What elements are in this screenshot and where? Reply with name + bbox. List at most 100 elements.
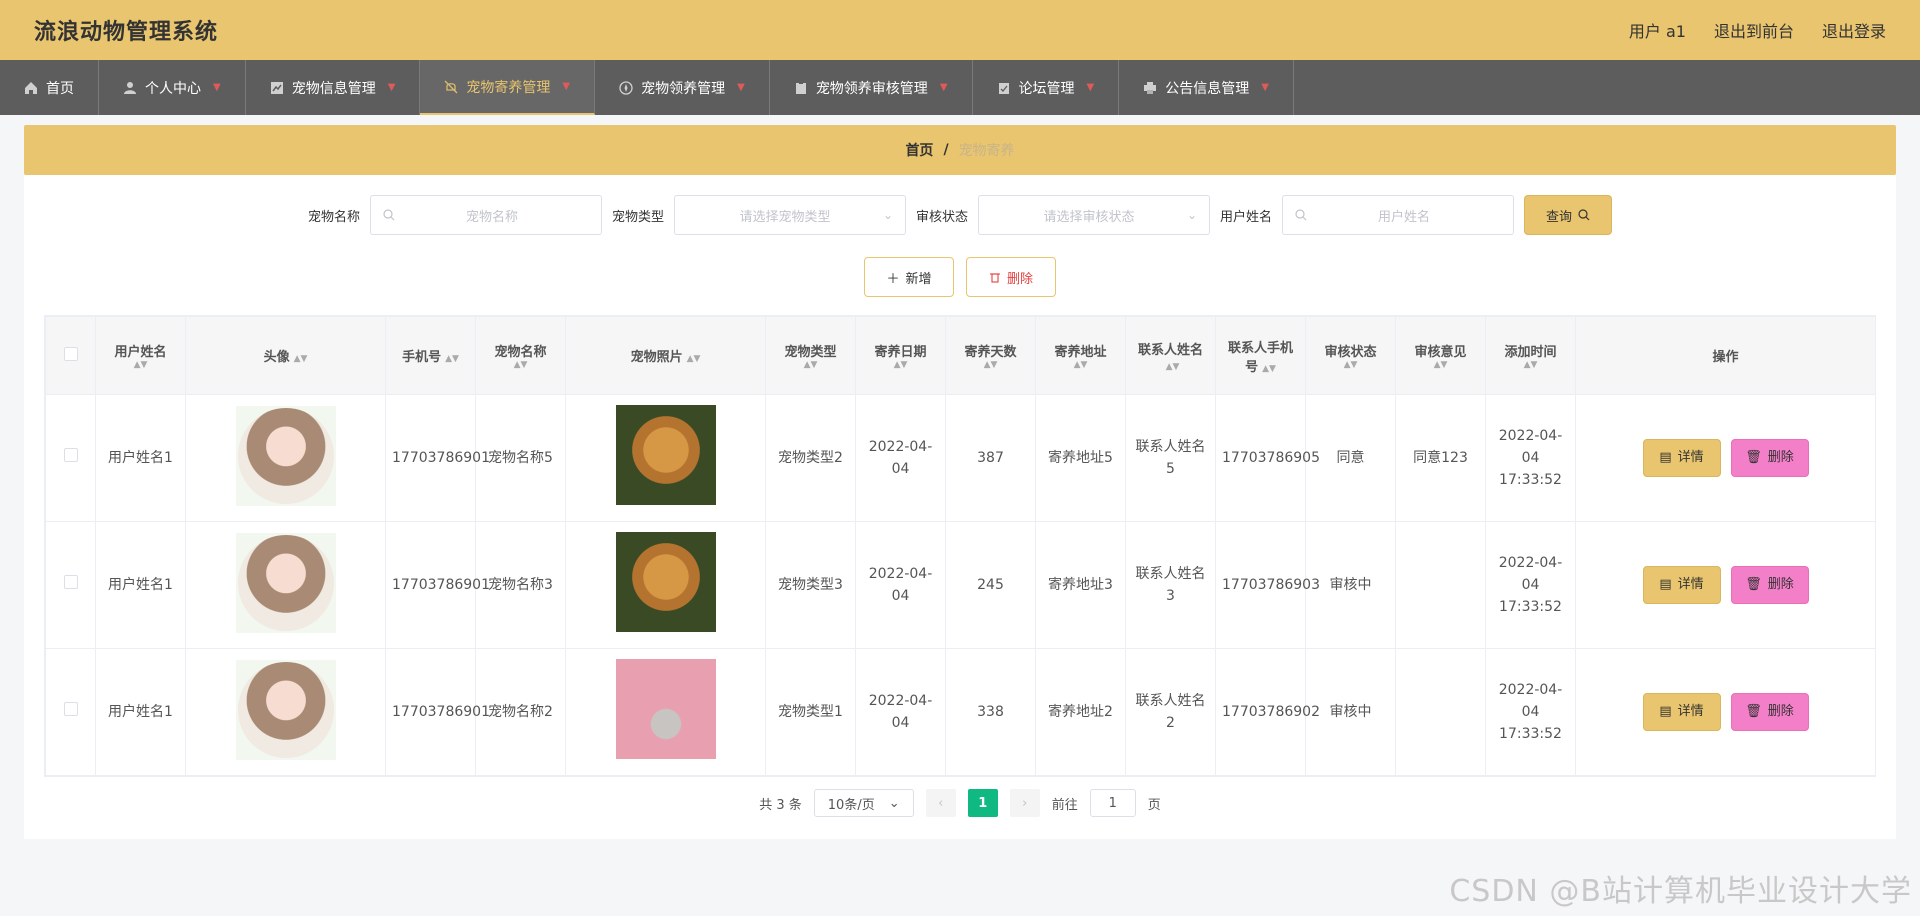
chevron-right-icon: › xyxy=(1022,795,1028,811)
next-page-button[interactable]: › xyxy=(1009,789,1040,817)
foster-date-cell: 2022-04-04 xyxy=(855,648,946,776)
pet-name-input[interactable]: 宠物名称 xyxy=(369,195,602,235)
col-username[interactable]: 用户姓名 ▲▼ xyxy=(95,316,186,395)
nav-label-pet-info: 宠物信息管理 xyxy=(291,80,376,97)
sort-icon: ▲▼ xyxy=(1073,360,1088,370)
col-foster-days[interactable]: 寄养天数 ▲▼ xyxy=(945,316,1036,395)
pet-name-cell: 宠物名称3 xyxy=(475,521,566,649)
trash-icon xyxy=(989,273,1000,283)
username-placeholder: 用户姓名 xyxy=(1378,209,1431,225)
clipboard-icon xyxy=(795,81,806,94)
page-size-select[interactable]: 10条/页 ⌄ xyxy=(813,789,914,817)
col-operation: 操作 xyxy=(1575,316,1876,395)
row-checkbox[interactable] xyxy=(63,448,78,462)
col-added-time[interactable]: 添加时间 ▲▼ xyxy=(1485,316,1576,395)
query-button[interactable]: 查询 xyxy=(1524,195,1613,235)
nav-item-home[interactable]: 首页 xyxy=(0,60,99,115)
avatar xyxy=(235,659,336,760)
home-icon xyxy=(25,81,37,94)
nav-item-forum[interactable]: 论坛管理 ▼ xyxy=(973,60,1120,115)
row-delete-label: 删除 xyxy=(1767,450,1794,465)
trash-icon: 🗑 xyxy=(1745,450,1762,465)
goto-page-input[interactable]: 1 xyxy=(1089,789,1136,817)
breadcrumb-home[interactable]: 首页 xyxy=(905,140,933,160)
header-label: 寄养日期 xyxy=(874,345,927,360)
user-icon xyxy=(124,81,136,94)
col-foster-date[interactable]: 寄养日期 ▲▼ xyxy=(855,316,946,395)
prev-page-button[interactable]: ‹ xyxy=(925,789,956,817)
detail-button[interactable]: ▤ 详情 xyxy=(1642,693,1721,731)
col-audit-status[interactable]: 审核状态 ▲▼ xyxy=(1305,316,1396,395)
document-icon: ▤ xyxy=(1659,577,1672,592)
pet-name-cell: 宠物名称2 xyxy=(475,648,566,776)
table-row: 用户姓名1 17703786901 宠物名称3 宠物类型3 2022-04-04… xyxy=(45,521,1876,649)
watermark: CSDN @B站计算机毕业设计大学 xyxy=(1449,874,1912,909)
col-contact-phone[interactable]: 联系人手机号 ▲▼ xyxy=(1215,316,1306,395)
main-panel: 宠物名称 宠物名称 宠物类型 请选择宠物类型 ⌄ 审核状态 请选择审核状态 ⌄ … xyxy=(24,175,1896,839)
row-select-cell xyxy=(45,648,96,776)
col-audit-comment[interactable]: 审核意见 ▲▼ xyxy=(1395,316,1486,395)
username-cell: 用户姓名1 xyxy=(95,648,186,776)
avatar-cell xyxy=(185,648,386,776)
printer-icon xyxy=(1144,81,1157,94)
col-pet-type[interactable]: 宠物类型 ▲▼ xyxy=(765,316,856,395)
select-all-checkbox[interactable] xyxy=(63,346,78,361)
row-delete-label: 删除 xyxy=(1767,577,1794,592)
nav-item-pet-info[interactable]: 宠物信息管理 ▼ xyxy=(246,60,421,115)
nav-item-notice[interactable]: 公告信息管理 ▼ xyxy=(1119,60,1294,115)
header-label: 宠物名称 xyxy=(494,345,547,360)
avatar-image xyxy=(237,534,334,631)
audit-status-select[interactable]: 请选择审核状态 ⌄ xyxy=(978,195,1211,235)
chevron-down-icon: ▼ xyxy=(387,82,396,93)
exit-front-link[interactable]: 退出到前台 xyxy=(1714,18,1794,42)
page-number-current[interactable]: 1 xyxy=(967,789,998,817)
chevron-left-icon: ‹ xyxy=(938,795,944,811)
nav-item-pet-adopt[interactable]: 宠物领养管理 ▼ xyxy=(595,60,770,115)
breadcrumb: 首页 / 宠物寄养 xyxy=(24,125,1896,175)
sort-icon: ▲▼ xyxy=(1523,360,1538,370)
nav-item-adopt-audit[interactable]: 宠物领养审核管理 ▼ xyxy=(770,60,973,115)
sort-icon: ▲▼ xyxy=(686,354,701,364)
row-delete-label: 删除 xyxy=(1767,704,1794,719)
row-delete-button[interactable]: 🗑 删除 xyxy=(1730,566,1809,604)
row-delete-button[interactable]: 🗑 删除 xyxy=(1730,439,1809,477)
contact-name-cell: 联系人姓名2 xyxy=(1125,648,1216,776)
audit-comment-cell: 同意123 xyxy=(1395,394,1486,522)
nav-item-pet-foster[interactable]: 宠物寄养管理 ▼ xyxy=(420,60,596,115)
username-label: 用户姓名 xyxy=(1220,209,1273,225)
search-icon xyxy=(383,209,395,221)
col-pet-photo[interactable]: 宠物照片 ▲▼ xyxy=(565,316,766,395)
row-delete-button[interactable]: 🗑 删除 xyxy=(1730,693,1809,731)
chevron-down-icon: ⌄ xyxy=(882,208,893,222)
nav-label-adopt-audit: 宠物领养审核管理 xyxy=(815,80,928,97)
header-label: 宠物照片 xyxy=(630,350,683,365)
foster-date-cell: 2022-04-04 xyxy=(855,394,946,522)
trash-icon: 🗑 xyxy=(1745,577,1762,592)
username-input[interactable]: 用户姓名 xyxy=(1282,195,1515,235)
col-foster-address[interactable]: 寄养地址 ▲▼ xyxy=(1035,316,1126,395)
pet-type-select[interactable]: 请选择宠物类型 ⌄ xyxy=(674,195,906,235)
nav-label-forum: 论坛管理 xyxy=(1018,80,1075,97)
trash-icon: 🗑 xyxy=(1745,704,1762,719)
col-phone[interactable]: 手机号 ▲▼ xyxy=(385,316,476,395)
detail-button[interactable]: ▤ 详情 xyxy=(1642,439,1721,477)
add-button[interactable]: ＋ 新增 xyxy=(864,257,954,297)
col-pet-name[interactable]: 宠物名称 ▲▼ xyxy=(475,316,566,395)
search-bar: 宠物名称 宠物名称 宠物类型 请选择宠物类型 ⌄ 审核状态 请选择审核状态 ⌄ … xyxy=(24,195,1896,235)
row-checkbox[interactable] xyxy=(63,575,78,589)
compass-icon xyxy=(619,80,633,95)
user-label[interactable]: 用户 a1 xyxy=(1629,18,1686,42)
phone-cell: 17703786901 xyxy=(385,394,490,522)
header-label: 宠物类型 xyxy=(784,345,837,360)
operation-cell: ▤ 详情 🗑 删除 xyxy=(1575,648,1876,776)
col-avatar[interactable]: 头像 ▲▼ xyxy=(185,316,386,395)
avatar-cell xyxy=(185,521,386,649)
col-contact-name[interactable]: 联系人姓名 ▲▼ xyxy=(1125,316,1216,395)
detail-button[interactable]: ▤ 详情 xyxy=(1642,566,1721,604)
total-count: 共 3 条 xyxy=(759,797,802,813)
logout-link[interactable]: 退出登录 xyxy=(1822,18,1886,42)
row-checkbox[interactable] xyxy=(63,702,78,716)
batch-delete-button[interactable]: 删除 xyxy=(966,257,1056,297)
chart-icon xyxy=(270,81,283,94)
nav-item-profile[interactable]: 个人中心 ▼ xyxy=(99,60,246,115)
